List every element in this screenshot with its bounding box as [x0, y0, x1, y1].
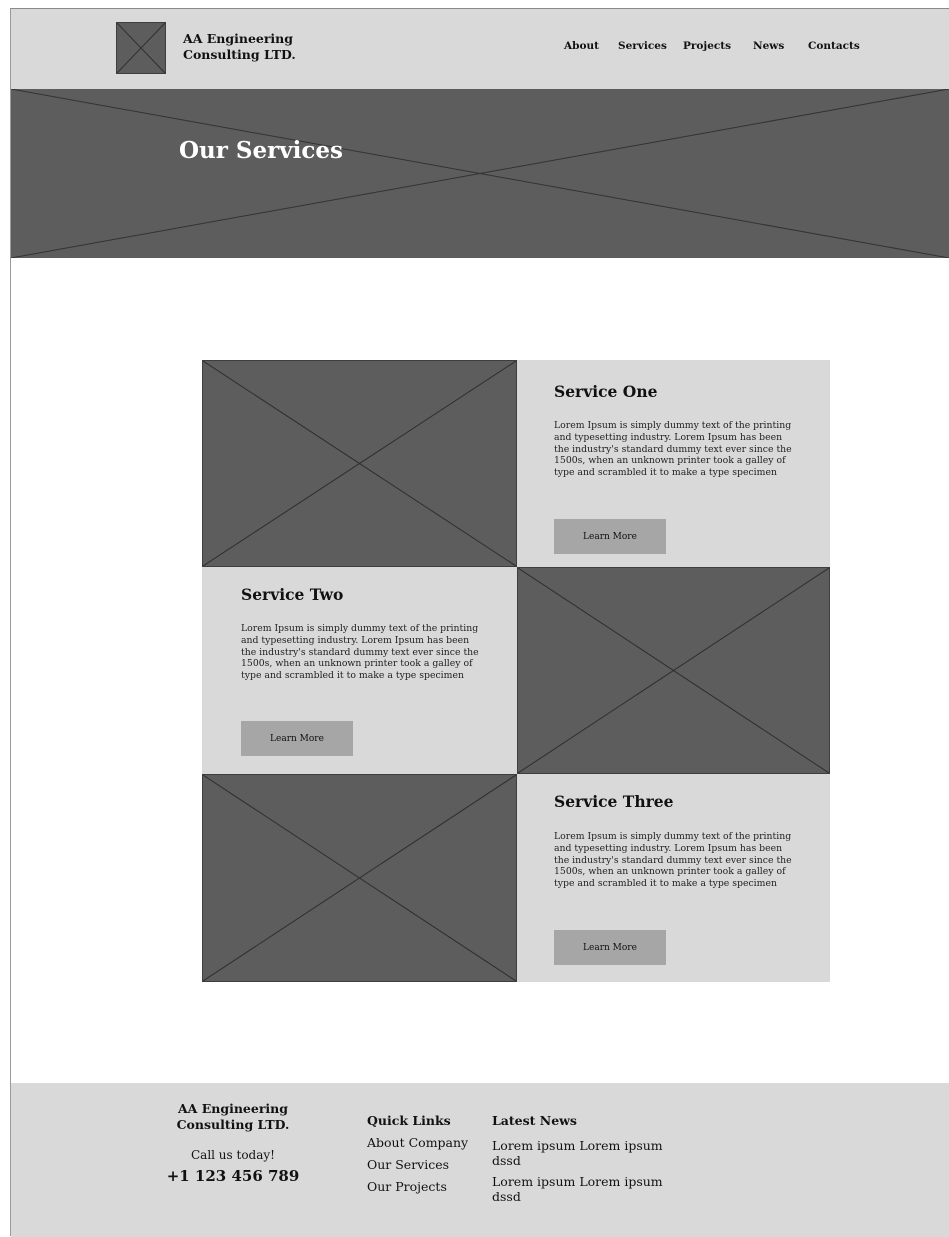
service-three-title: Service Three: [554, 792, 674, 811]
nav-services[interactable]: Services: [618, 40, 667, 52]
footer-brand-line-1: AA Engineering: [177, 1101, 288, 1116]
news-item-2[interactable]: Lorem ipsum Lorem ipsum dssd: [492, 1174, 672, 1204]
service-one-card: Service One Lorem Ipsum is simply dummy …: [517, 360, 830, 567]
footer-link-our-services[interactable]: Our Services: [367, 1157, 449, 1172]
service-two-description: Lorem Ipsum is simply dummy text of the …: [241, 623, 479, 682]
service-two-learn-more-button[interactable]: Learn More: [241, 721, 353, 756]
nav-contacts[interactable]: Contacts: [808, 40, 860, 52]
service-one-learn-more-button[interactable]: Learn More: [554, 519, 666, 554]
footer-brand-line-2: Consulting LTD.: [176, 1117, 290, 1132]
main-nav: About Services Projects News Contacts: [11, 40, 949, 56]
service-two-card: Service Two Lorem Ipsum is simply dummy …: [202, 567, 517, 774]
service-three-learn-more-button[interactable]: Learn More: [554, 930, 666, 965]
service-one-image: [202, 360, 517, 567]
service-three-image: [202, 774, 517, 982]
nav-about[interactable]: About: [564, 40, 599, 52]
nav-news[interactable]: News: [753, 40, 784, 52]
footer-phone[interactable]: +1 123 456 789: [161, 1167, 305, 1185]
hero-placeholder-icon: [11, 89, 949, 258]
page: AA Engineering Consulting LTD. About Ser…: [10, 8, 949, 1237]
image-placeholder-icon: [518, 568, 829, 773]
quick-links-title: Quick Links: [367, 1113, 451, 1128]
image-placeholder-icon: [203, 361, 516, 566]
service-three-card: Service Three Lorem Ipsum is simply dumm…: [517, 774, 830, 982]
news-item-1[interactable]: Lorem ipsum Lorem ipsum dssd: [492, 1138, 672, 1168]
footer-link-about-company[interactable]: About Company: [367, 1135, 468, 1150]
nav-projects[interactable]: Projects: [683, 40, 731, 52]
footer-link-our-projects[interactable]: Our Projects: [367, 1179, 447, 1194]
latest-news-title: Latest News: [492, 1113, 577, 1128]
image-placeholder-icon: [203, 775, 516, 981]
service-two-title: Service Two: [241, 585, 344, 604]
hero-banner: Our Services: [11, 89, 949, 258]
footer-brand: AA Engineering Consulting LTD.: [161, 1101, 305, 1133]
service-one-description: Lorem Ipsum is simply dummy text of the …: [554, 420, 792, 479]
footer-call-label: Call us today!: [190, 1148, 275, 1162]
page-title: Our Services: [179, 137, 343, 164]
site-footer: AA Engineering Consulting LTD. Call us t…: [11, 1083, 949, 1237]
service-one-title: Service One: [554, 382, 658, 401]
service-three-description: Lorem Ipsum is simply dummy text of the …: [554, 831, 792, 890]
service-two-image: [517, 567, 830, 774]
site-header: AA Engineering Consulting LTD. About Ser…: [11, 9, 949, 90]
